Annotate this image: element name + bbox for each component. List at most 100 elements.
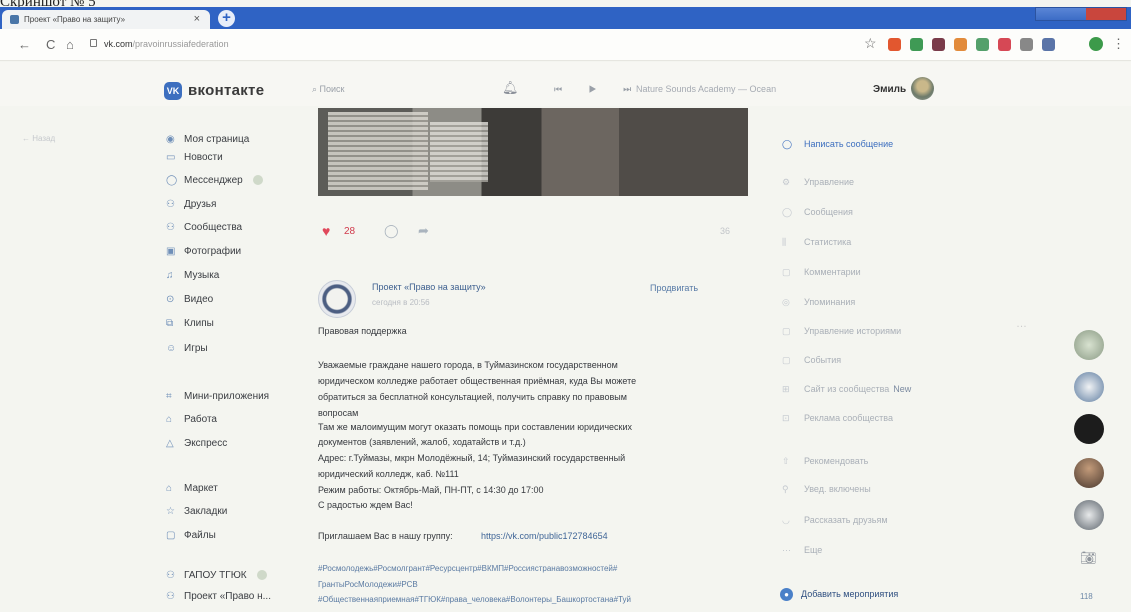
post-author[interactable]: Проект «Право на защиту» [372, 282, 486, 292]
vk-logo-icon[interactable]: VK [164, 82, 182, 100]
photo-icon: ▣ [166, 246, 176, 257]
online-friend-avatar[interactable] [1074, 330, 1104, 360]
vk-header: VK вконтакте ⌕ Поиск 🔔︎ ⏮ ▶ ⏭ Nature Sou… [0, 62, 1131, 106]
comment-icon[interactable]: ◯ [384, 223, 399, 239]
sidebar-item[interactable]: ☆ Закладки [166, 506, 227, 517]
sidebar-item[interactable]: ⧉ Клипы [166, 318, 214, 329]
user-icon: ◉ [166, 134, 175, 145]
post-text-line: Уважаемые граждане нашего города, в Туйм… [318, 360, 618, 370]
sidebar-item[interactable]: ⌂ Работа [166, 414, 217, 425]
recommend-icon: ⇧ [782, 456, 790, 466]
online-friend-avatar[interactable] [1074, 500, 1104, 530]
like-count[interactable]: 28 [344, 226, 355, 237]
extension-icon[interactable] [888, 38, 901, 51]
online-friend-avatar[interactable] [1074, 372, 1104, 402]
panel-item[interactable]: ⋯ Еще [782, 545, 822, 556]
extension-icon[interactable] [910, 38, 923, 51]
panel-item[interactable]: ◎ Упоминания [782, 297, 855, 308]
post-photo[interactable] [318, 108, 748, 196]
post-author-avatar[interactable] [318, 280, 356, 318]
hashtag-line[interactable]: #Росмолодежь#Росмолгрант#Ресурсцентр#ВКМ… [318, 564, 617, 573]
sidebar-item[interactable]: ☺ Игры [166, 343, 208, 354]
sidebar-item[interactable]: ▢ Файлы [166, 530, 216, 541]
player-controls[interactable]: ⏮ ▶ ⏭ [554, 84, 643, 95]
notifications-bell-icon[interactable]: 🔔︎ [502, 80, 519, 96]
panel-item[interactable]: ▢ Комментарии [782, 267, 861, 278]
back-arrow-icon[interactable]: ← [18, 37, 31, 52]
camera-icon[interactable]: 📷︎ [1080, 550, 1097, 566]
tab-close-icon[interactable]: × [194, 13, 200, 25]
extension-icon[interactable] [998, 38, 1011, 51]
sidebar-item[interactable]: ◉ Моя страница [166, 134, 249, 145]
extension-icon[interactable] [1042, 38, 1055, 51]
panel-item[interactable]: ◡ Рассказать друзьям [782, 515, 888, 526]
online-friend-avatar[interactable] [1074, 414, 1104, 444]
sidebar-item[interactable]: ⊙ Видео [166, 294, 213, 305]
new-tab-button[interactable]: + [218, 10, 235, 27]
sidebar-item[interactable]: ⚇ Проект «Право н... [166, 591, 271, 602]
sidebar-item[interactable]: ⌂ Маркет [166, 483, 218, 494]
sidebar-item[interactable]: ◯ Мессенджер [166, 175, 263, 186]
user-avatar[interactable] [911, 77, 934, 100]
settings-icon: ⚙ [782, 177, 791, 187]
share-icon[interactable]: ➦ [418, 223, 429, 239]
online-friend-avatar[interactable] [1074, 458, 1104, 488]
promote-button[interactable]: Продвигать [650, 283, 698, 293]
post-time[interactable]: сегодня в 20:56 [372, 298, 430, 307]
extension-icon[interactable] [932, 38, 945, 51]
online-count: 118 [1080, 592, 1093, 601]
window-controls[interactable] [1035, 7, 1127, 21]
panel-item[interactable]: ⚲ Увед. включены [782, 484, 871, 495]
panel-item[interactable]: ⇧ Рекомендовать [782, 456, 868, 467]
hashtag-line[interactable]: #Общественнаяприемная#ТГЮК#права_человек… [318, 595, 631, 604]
like-heart-icon[interactable]: ♥ [322, 223, 330, 239]
browser-tab[interactable]: Проект «Право на защиту» × [2, 10, 210, 29]
sidebar-item-label: Работа [184, 414, 217, 425]
panel-item-label: Рассказать друзьям [804, 515, 888, 525]
add-event-button[interactable]: ● Добавить мероприятия [780, 588, 898, 601]
url-field[interactable]: vk.com/pravoinrussiafederation [104, 39, 229, 49]
user-name[interactable]: Эмиль [873, 84, 906, 95]
extensions-puzzle-icon[interactable] [1020, 38, 1033, 51]
panel-item[interactable]: ◯ Написать сообщение [782, 139, 893, 150]
panel-item[interactable]: ⊞ Сайт из сообщества New [782, 384, 911, 395]
extension-icon[interactable] [954, 38, 967, 51]
sidebar-item[interactable]: ⌗ Мини-приложения [166, 391, 269, 402]
browser-profile-icon[interactable] [1089, 37, 1103, 51]
post-text-line: Там же малоимущим могут оказать помощь п… [318, 422, 632, 432]
ads-icon: ⊡ [782, 413, 790, 423]
sidebar-item[interactable]: ⚇ Сообщества [166, 222, 242, 233]
browser-menu-icon[interactable]: ⋮ [1112, 36, 1125, 52]
more-dots-icon[interactable]: … [1016, 318, 1027, 330]
sidebar-item[interactable]: ⚇ Друзья [166, 199, 216, 210]
sidebar-item-label: Экспресс [184, 438, 228, 449]
settings-gear-icon[interactable] [252, 175, 263, 186]
hashtag-line[interactable]: ГрантыРосМолодежи#РСВ [318, 580, 418, 589]
group-link[interactable]: https://vk.com/public172784654 [481, 531, 608, 541]
now-playing-track[interactable]: Nature Sounds Academy — Ocean [636, 84, 776, 94]
panel-item[interactable]: ▢ События [782, 355, 841, 366]
panel-item[interactable]: ⫼ Статистика [782, 237, 851, 248]
back-link[interactable]: ← Назад [22, 134, 55, 143]
bookmark-star-icon[interactable]: ☆ [864, 35, 877, 52]
sidebar-item-label: Мессенджер [184, 175, 243, 186]
sidebar-item[interactable]: ▭ Новости [166, 152, 223, 163]
home-icon[interactable]: ⌂ [66, 37, 74, 52]
window-close-button[interactable] [1086, 8, 1126, 20]
panel-item[interactable]: ▢ Управление историями [782, 326, 901, 337]
sidebar-item[interactable]: ♫ Музыка [166, 270, 219, 281]
sidebar-item-label: Фотографии [184, 246, 242, 257]
sidebar-item[interactable]: ▣ Фотографии [166, 246, 241, 257]
files-icon: ▢ [166, 530, 176, 541]
extension-icon[interactable] [976, 38, 989, 51]
search-input[interactable]: ⌕ Поиск [312, 84, 345, 95]
reload-icon[interactable]: C [46, 37, 55, 52]
bookmark-icon: ☆ [166, 506, 175, 517]
vk-logo-text[interactable]: вконтакте [188, 82, 264, 99]
panel-item[interactable]: ◯ Сообщения [782, 207, 853, 218]
settings-gear-icon[interactable] [256, 570, 267, 581]
panel-item[interactable]: ⚙ Управление [782, 177, 854, 188]
sidebar-item[interactable]: △ Экспресс [166, 438, 227, 449]
sidebar-item[interactable]: ⚇ ГАПОУ ТГЮК [166, 570, 267, 581]
panel-item[interactable]: ⊡ Реклама сообщества [782, 413, 893, 424]
